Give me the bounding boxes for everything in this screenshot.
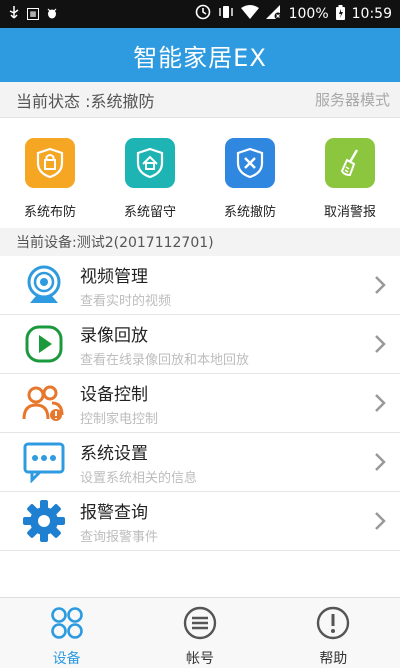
current-device-bar: 当前设备:测试2(2017112701) (0, 228, 400, 256)
usb-icon (8, 6, 20, 22)
list-icon (183, 606, 217, 644)
users-icon (20, 379, 68, 427)
shield-x-icon (225, 138, 275, 188)
server-mode-label: 服务器模式 (314, 91, 390, 109)
menu-item-alarm-query[interactable]: 报警查询 查询报警事件 (0, 492, 400, 551)
tab-help[interactable]: 帮助 (267, 598, 400, 668)
vibrate-icon (218, 5, 234, 23)
menu-subtitle: 控制家电控制 (80, 411, 159, 427)
cancel-alarm-label: 取消警报 (323, 205, 376, 220)
app-title: 智能家居EX (133, 43, 267, 72)
disarm-system-button[interactable]: 系统撤防 (205, 138, 295, 220)
app-header: 智能家居EX (0, 28, 400, 82)
gear-icon (20, 497, 68, 545)
menu-subtitle: 设置系统相关的信息 (80, 470, 198, 486)
broom-icon (325, 138, 375, 188)
chevron-right-icon (374, 393, 386, 417)
menu-item-video-playback[interactable]: 录像回放 查看在线录像回放和本地回放 (0, 315, 400, 374)
shield-home-icon (125, 138, 175, 188)
shield-lock-icon (25, 138, 75, 188)
arm-system-label: 系统布防 (23, 205, 76, 220)
wifi-icon (240, 5, 259, 23)
feature-menu: 视频管理 查看实时的视频 录像回放 查看在线录像回放和本地回放 设备控制 控制家… (0, 256, 400, 551)
menu-subtitle: 查看在线录像回放和本地回放 (80, 352, 250, 368)
status-bar: ▦ 100% 10:59 (0, 0, 400, 28)
chat-icon (20, 438, 68, 486)
menu-item-video-management[interactable]: 视频管理 查看实时的视频 (0, 256, 400, 315)
battery-icon (335, 4, 345, 24)
chevron-right-icon (374, 511, 386, 535)
play-icon (20, 320, 68, 368)
grid-icon (50, 606, 84, 644)
menu-title: 设备控制 (80, 384, 148, 405)
stay-arm-button[interactable]: 系统留守 (105, 138, 195, 220)
arm-system-button[interactable]: 系统布防 (5, 138, 95, 220)
menu-title: 系统设置 (80, 443, 148, 464)
tab-label: 帮助 (319, 651, 348, 667)
tab-account[interactable]: 帐号 (133, 598, 266, 668)
bottom-tab-bar: 设备 帐号 帮助 (0, 597, 400, 668)
menu-title: 报警查询 (80, 502, 148, 523)
menu-subtitle: 查询报警事件 (80, 529, 159, 545)
state-bar: 当前状态 :系统撤防 服务器模式 (0, 82, 400, 118)
tab-label: 设备 (52, 651, 81, 667)
current-state-label: 当前状态 :系统撤防 (16, 91, 155, 111)
tab-label: 帐号 (185, 651, 214, 667)
chevron-right-icon (374, 275, 386, 299)
action-grid: 系统布防 系统留守 系统撤防 取消警报 (0, 118, 400, 228)
stay-arm-label: 系统留守 (123, 205, 176, 220)
debug-icon (46, 7, 58, 21)
menu-title: 录像回放 (80, 325, 148, 346)
chevron-right-icon (374, 334, 386, 358)
help-icon (316, 606, 350, 644)
menu-item-device-control[interactable]: 设备控制 控制家电控制 (0, 374, 400, 433)
no-sim-signal-icon (265, 5, 282, 23)
sim-icon: ▦ (27, 8, 39, 20)
menu-title: 视频管理 (80, 266, 148, 287)
camera-icon (20, 261, 68, 309)
sync-icon (195, 4, 211, 24)
tab-device[interactable]: 设备 (0, 598, 133, 668)
menu-subtitle: 查看实时的视频 (80, 293, 172, 309)
menu-item-system-settings[interactable]: 系统设置 设置系统相关的信息 (0, 433, 400, 492)
chevron-right-icon (374, 452, 386, 476)
current-device-label: 当前设备:测试2(2017112701) (16, 235, 214, 251)
disarm-system-label: 系统撤防 (223, 205, 276, 220)
battery-percent: 100% (288, 6, 329, 22)
cancel-alarm-button[interactable]: 取消警报 (305, 138, 395, 220)
clock-time: 10:59 (351, 6, 392, 22)
